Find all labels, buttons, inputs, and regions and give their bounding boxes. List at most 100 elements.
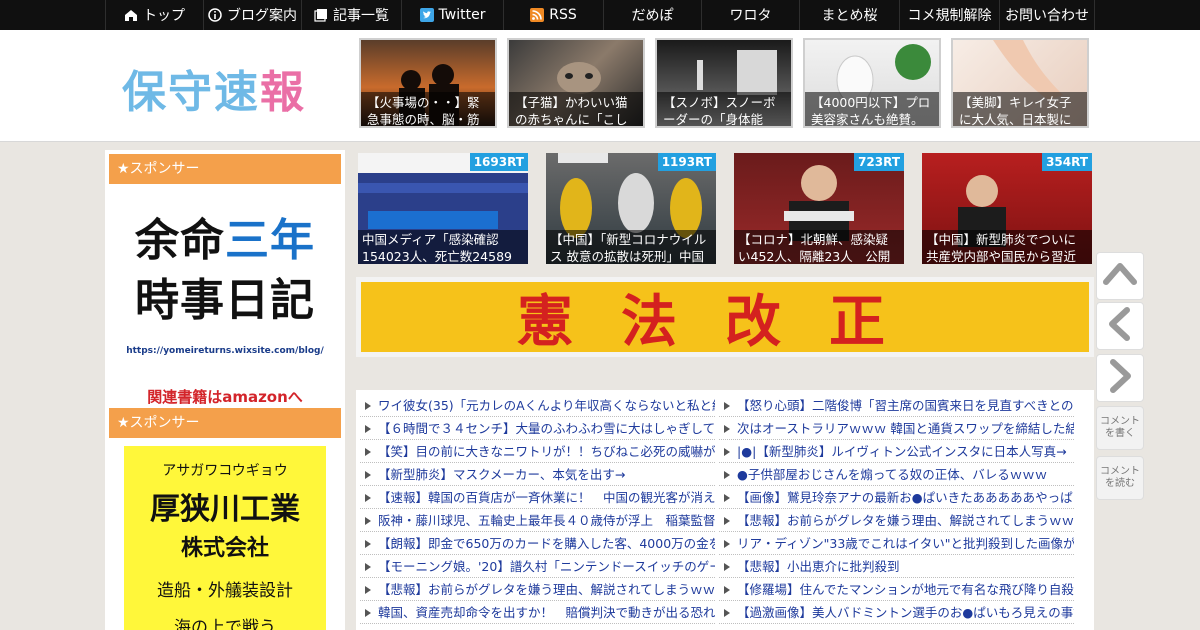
rt-count-badge: 1193RT (657, 153, 716, 171)
write-comment-button[interactable]: コメントを書く (1096, 406, 1144, 450)
list-item[interactable]: 【モーニング娘。'20】譜久村「ニンテンドースイッチのゲーム (360, 555, 715, 578)
ad-extra: 海の上で戦う (174, 618, 276, 630)
constitution-banner[interactable]: 憲法改正 (356, 277, 1094, 357)
ad-line-2: 時事日記 (135, 275, 315, 326)
thumb-caption: 【中国】新型肺炎でついに共産党内部や国民から習近 (922, 230, 1092, 264)
nav-item-matome-sakura[interactable]: まとめ桜 (799, 0, 899, 30)
nav-item-article-list[interactable]: 記事一覧 (301, 0, 401, 30)
twitter-icon (419, 8, 434, 22)
home-icon (124, 8, 138, 22)
sidebar: ★スポンサー 余命三年 時事日記 https://yomeireturns.wi… (105, 150, 345, 630)
thumb-caption: 【子猫】かわいい猫の赤ちゃんに「こし (509, 92, 643, 126)
site-logo[interactable]: 保守速報 (122, 56, 306, 120)
top-nav: トップ ブログ案内 記事一覧 Twitter RSS だめぽ ワロタ まとめ桜 … (0, 0, 1200, 30)
list-item[interactable]: 次はオーストラリアｗｗｗ 韓国と通貨スワップを締結した結果 (719, 417, 1074, 440)
ad-line-1: 余命三年 (135, 215, 315, 266)
ad-desc: 造船・外艤装設計 (157, 581, 293, 601)
thumb-caption: 【火事場の・・】緊急事態の時、脳・筋 (361, 92, 495, 126)
banner-inner: 憲法改正 (361, 282, 1089, 355)
sponsor-heading: ★スポンサー (109, 154, 341, 184)
nav-label: Twitter (438, 7, 486, 23)
nav-item-rss[interactable]: RSS (503, 0, 603, 30)
chevron-right-icon (1102, 358, 1138, 398)
list-item[interactable]: 【過激画像】美人バドミントン選手のお●ぱいもろ見えの事故い (719, 601, 1074, 624)
thumb-caption: 【美脚】キレイ女子に大人気、日本製に (953, 92, 1087, 126)
list-item[interactable]: 【笑】目の前に大きなニワトリが！！ちびねこ必死の威嚇がか (360, 440, 715, 463)
rt-count-badge: 354RT (1042, 153, 1092, 171)
chevron-left-icon (1102, 306, 1138, 346)
list-item[interactable]: ワイ彼女(35)「元カレのAくんより年収高くならないと私と結婚 (360, 394, 715, 417)
thumb-caption: 【4000円以下】プロ美容家さんも絶賛。 (805, 92, 939, 126)
nav-label: コメ規制解除 (907, 8, 992, 24)
list-item[interactable]: 阪神・藤川球児、五輪史上最年長４０歳侍が浮上 稲葉監督「 (360, 509, 715, 532)
list-item[interactable]: 韓国、資産売却命令を出すか！ 賠償判決で動きが出る恐れ！ (360, 601, 715, 624)
thumb-caption: 中国メディア「感染確認154023人、死亡数24589 (358, 230, 528, 264)
ad-company-name: 厚狭川工業 (150, 492, 300, 527)
list-item[interactable]: リア・ディゾン"33歳でこれはイタい"と批判殺到した画像が (719, 532, 1074, 555)
thumb-caption: 【スノボ】スノーボーダーの「身体能 (657, 92, 791, 126)
banner-text: 憲法改正 (517, 288, 933, 355)
nav-label: お問い合わせ (1005, 8, 1089, 24)
list-item[interactable]: 【怒り心頭】二階俊博「習主席の国賓来日を見直すべきとの意 (719, 394, 1074, 417)
nav-item-damepo[interactable]: だめぽ (603, 0, 701, 30)
nav-label: トップ (143, 8, 185, 24)
list-item[interactable]: 【悲報】お前らがグレタを嫌う理由、解説されてしまうｗｗｗ (719, 509, 1074, 532)
thumb-caption: 【コロナ】北朝鮮、感染疑い452人、隔離23人 公開 (734, 230, 904, 264)
link-column-right: 【怒り心頭】二階俊博「習主席の国賓来日を見直すべきとの意 次はオーストラリアｗｗ… (719, 394, 1074, 624)
nav-item-contact[interactable]: お問い合わせ (999, 0, 1095, 30)
nav-label: ワロタ (729, 8, 772, 24)
site-header: 保守速報 【火事場の・・】緊急事態の時、脳・筋 【子猫】かわいい猫の赤ちゃんに「… (0, 30, 1200, 142)
list-item[interactable]: 【悲報】小出恵介に批判殺到 (719, 555, 1074, 578)
list-item[interactable]: 【画像】鷲見玲奈アナの最新お●ぱいきたあああああやっぱい (719, 486, 1074, 509)
nav-label: 記事一覧 (333, 8, 389, 24)
thumb-caption: 【中国】「新型コロナウイルス 故意の拡散は死刑」中国 (546, 230, 716, 264)
nav-label: だめぽ (631, 8, 674, 24)
list-item[interactable]: |●|【新型肺炎】ルイヴィトン公式インスタに日本人写真→「コ (719, 440, 1074, 463)
link-column-left: ワイ彼女(35)「元カレのAくんより年収高くならないと私と結婚 【６時間で３４セ… (360, 394, 715, 624)
info-icon (208, 8, 222, 22)
rt-article-thumb[interactable]: 1193RT 【中国】「新型コロナウイルス 故意の拡散は死刑」中国 (546, 153, 716, 264)
header-article-thumb[interactable]: 【火事場の・・】緊急事態の時、脳・筋 (359, 38, 497, 128)
list-item[interactable]: 【新型肺炎】マスクメーカー、本気を出す→ (360, 463, 715, 486)
ad-kana: アサガワコウギョウ (162, 463, 288, 479)
sponsor-ad-asagawa[interactable]: アサガワコウギョウ 厚狭川工業 株式会社 造船・外艤装設計 海の上で戦う (124, 446, 326, 630)
button-label: コメントを読む (1100, 466, 1140, 489)
prev-article-button[interactable] (1096, 302, 1144, 350)
button-label: コメントを書く (1100, 416, 1140, 439)
header-article-thumb[interactable]: 【美脚】キレイ女子に大人気、日本製に (951, 38, 1089, 128)
article-link-list: ワイ彼女(35)「元カレのAくんより年収高くならないと私と結婚 【６時間で３４セ… (356, 390, 1094, 630)
rt-article-thumb[interactable]: 1693RT 中国メディア「感染確認154023人、死亡数24589 (358, 153, 528, 264)
nav-item-twitter[interactable]: Twitter (401, 0, 503, 30)
sponsor-ad-yomei[interactable]: 余命三年 時事日記 https://yomeireturns.wixsite.c… (109, 184, 341, 406)
scroll-top-button[interactable] (1096, 252, 1144, 300)
list-item[interactable]: 【悲報】お前らがグレタを嫌う理由、解説されてしまうｗｗｗ (360, 578, 715, 601)
ad-amazon-link[interactable]: 関連書籍はamazonへ (109, 386, 341, 407)
ad-corp: 株式会社 (180, 535, 269, 561)
nav-label: まとめ桜 (821, 8, 878, 24)
list-item[interactable]: 【朗報】即金で650万のカードを購入した客、4000万の金を購入 (360, 532, 715, 555)
read-comments-button[interactable]: コメントを読む (1096, 456, 1144, 500)
list-item[interactable]: 【修羅場】住んでたマンションが地元で有名な飛び降り自殺交 (719, 578, 1074, 601)
rt-article-thumb[interactable]: 354RT 【中国】新型肺炎でついに共産党内部や国民から習近 (922, 153, 1092, 264)
ad-url: https://yomeireturns.wixsite.com/blog/ (126, 346, 324, 356)
header-article-thumb[interactable]: 【子猫】かわいい猫の赤ちゃんに「こし (507, 38, 645, 128)
list-item[interactable]: 【６時間で３４センチ】大量のふわふわ雪に大はしゃぎしてる (360, 417, 715, 440)
nav-item-warota[interactable]: ワロタ (701, 0, 799, 30)
nav-item-blog-guide[interactable]: ブログ案内 (203, 0, 301, 30)
rss-icon (530, 8, 545, 22)
chevron-up-icon (1102, 256, 1138, 296)
header-article-thumb[interactable]: 【4000円以下】プロ美容家さんも絶賛。 (803, 38, 941, 128)
rt-count-badge: 1693RT (469, 153, 528, 171)
header-article-thumb[interactable]: 【スノボ】スノーボーダーの「身体能 (655, 38, 793, 128)
list-icon (314, 8, 328, 22)
list-item[interactable]: ●子供部屋おじさんを煽ってる奴の正体、バレるｗｗｗ (719, 463, 1074, 486)
nav-item-comment-unblock[interactable]: コメ規制解除 (899, 0, 999, 30)
sponsor-heading: ★スポンサー (109, 408, 341, 438)
nav-label: ブログ案内 (227, 8, 297, 24)
list-item[interactable]: 【速報】韓国の百貨店が一斉休業に！ 中国の観光客が消えて (360, 486, 715, 509)
rt-count-badge: 723RT (854, 153, 904, 171)
nav-label: RSS (549, 7, 577, 23)
nav-item-top[interactable]: トップ (105, 0, 203, 30)
rt-article-thumb[interactable]: 723RT 【コロナ】北朝鮮、感染疑い452人、隔離23人 公開 (734, 153, 904, 264)
next-article-button[interactable] (1096, 354, 1144, 402)
